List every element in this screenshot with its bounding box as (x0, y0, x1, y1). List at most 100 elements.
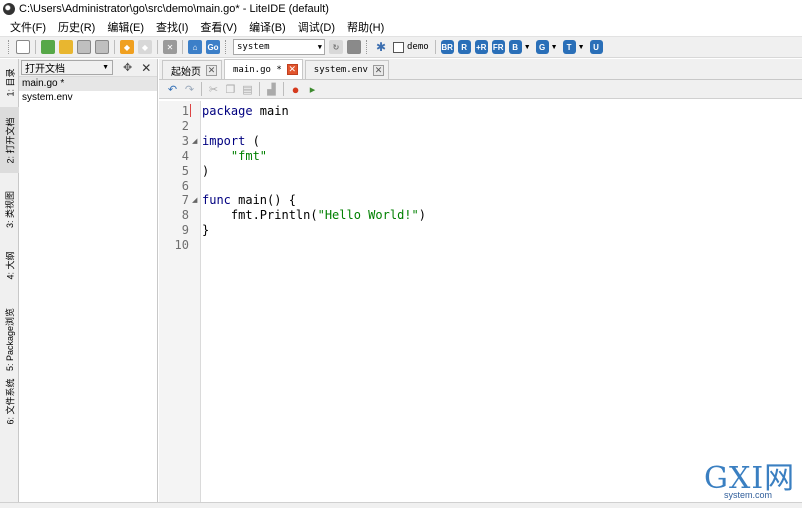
checkbox-box[interactable] (393, 41, 404, 53)
tab-system-env[interactable]: system.env ✕ (304, 60, 389, 79)
open-file-icon[interactable] (41, 40, 55, 54)
side-tab-directory[interactable]: 1: 目录 (0, 63, 19, 101)
line-number: 1 (181, 104, 189, 118)
menu-file[interactable]: 文件(F) (4, 19, 52, 35)
fold-toggle-icon[interactable]: ◢ (192, 134, 200, 149)
toolbar-separator (114, 40, 115, 54)
toolbar-separator (434, 40, 436, 54)
panel-select[interactable]: 打开文档 ▼ (21, 60, 113, 75)
side-tab-file-system[interactable]: 6: 文件系统 (0, 369, 19, 433)
side-tab-label: 5: Package浏览 (5, 307, 15, 371)
new-file-icon[interactable] (16, 40, 30, 54)
close-icon[interactable]: ✕ (141, 61, 151, 75)
get-button[interactable]: G (535, 40, 549, 54)
menu-history[interactable]: 历史(R) (52, 19, 101, 35)
file-run-button[interactable]: FR (491, 40, 505, 54)
save-all-icon[interactable] (95, 40, 109, 54)
main-toolbar: ◆ ◆ ✕ ⌂ Go system ▼ ↻ ✱ demo BR R +R FR … (0, 36, 802, 58)
code-line: "fmt" (230, 149, 268, 163)
get-dropdown-icon[interactable]: ▼ (551, 44, 558, 51)
code-editor[interactable]: package main import ( "fmt" ) func main(… (202, 101, 802, 502)
side-tab-strip: 1: 目录 2: 打开文档 3: 类视图 4: 大纲 5: Package浏览 … (0, 59, 19, 502)
toolbar-grip (225, 40, 228, 54)
toolbar-separator (283, 82, 284, 96)
list-item-main-go[interactable]: main.go * (19, 77, 157, 91)
menu-edit[interactable]: 编辑(E) (101, 19, 150, 35)
update-button[interactable]: U (589, 40, 603, 54)
copy-icon[interactable]: ❐ (224, 83, 237, 96)
chevron-down-icon: ▼ (317, 43, 322, 51)
line-number: 5 (181, 164, 189, 178)
panel-header: 打开文档 ▼ ✥ ✕ (19, 59, 157, 77)
demo-checkbox[interactable]: demo (393, 41, 429, 53)
redo-icon[interactable]: ↷ (183, 83, 196, 96)
side-tab-class-view[interactable]: 3: 类视图 (0, 179, 19, 239)
code-line: func main() { (202, 193, 296, 207)
line-number: 4 (181, 149, 189, 163)
status-bar (0, 502, 802, 508)
refresh-icon[interactable]: ↻ (329, 40, 343, 54)
build-button[interactable]: B (508, 40, 522, 54)
environment-select-value: system (237, 42, 270, 52)
line-number: 7 (181, 193, 189, 207)
toolbar-separator (259, 82, 260, 96)
tab-welcome[interactable]: 起始页 ✕ (162, 60, 222, 79)
tab-main-go[interactable]: main.go * ✕ (224, 59, 303, 79)
code-line: package main (202, 104, 289, 118)
toolbar-separator (157, 40, 158, 54)
line-number: 6 (181, 179, 189, 193)
side-tab-label: 2: 打开文档 (5, 116, 16, 164)
menu-build[interactable]: 编译(B) (243, 19, 292, 35)
test-button[interactable]: T (562, 40, 576, 54)
environment-select[interactable]: system ▼ (233, 39, 325, 55)
run-button[interactable]: R (457, 40, 471, 54)
toolbar-separator (201, 82, 202, 96)
close-icon[interactable]: ✕ (372, 64, 384, 76)
menu-debug[interactable]: 调试(D) (292, 19, 341, 35)
close-icon[interactable]: ✕ (206, 64, 217, 76)
list-item-system-env[interactable]: system.env (19, 91, 157, 105)
home-icon[interactable]: ⌂ (188, 40, 202, 54)
paste-icon[interactable]: ▤ (241, 83, 254, 96)
code-line: fmt.Println("Hello World!") (202, 208, 426, 222)
debug-run-icon[interactable]: ▸ (306, 83, 319, 96)
panel-select-value: 打开文档 (25, 64, 65, 75)
liteide-app-icon (3, 2, 15, 15)
side-tab-label: 4: 大纲 (5, 250, 16, 280)
gear-icon[interactable]: ✱ (374, 40, 388, 54)
line-number: 3 (181, 134, 189, 148)
toolbar-separator (35, 40, 36, 54)
code-line: } (202, 223, 210, 237)
side-tab-open-documents[interactable]: 2: 打开文档 (0, 107, 19, 173)
lock-icon[interactable]: ▟ (265, 83, 278, 96)
side-tab-outline[interactable]: 4: 大纲 (0, 245, 19, 285)
edit-env-icon[interactable] (347, 40, 361, 54)
line-number: 9 (181, 223, 189, 237)
line-number: 2 (181, 119, 189, 133)
run-term-button[interactable]: +R (474, 40, 488, 54)
open-folder-icon[interactable] (59, 40, 73, 54)
test-dropdown-icon[interactable]: ▼ (578, 44, 585, 51)
tab-label: 起始页 (171, 66, 201, 78)
fold-toggle-icon[interactable]: ◢ (192, 193, 200, 208)
title-bar: C:\Users\Administrator\go\src\demo\main.… (0, 0, 802, 17)
close-icon[interactable]: ✕ (286, 64, 298, 75)
breakpoint-icon[interactable]: ● (289, 82, 302, 97)
build-dropdown-icon[interactable]: ▼ (524, 44, 531, 51)
menu-view[interactable]: 查看(V) (194, 19, 243, 35)
menu-help[interactable]: 帮助(H) (341, 19, 390, 35)
menu-find[interactable]: 查找(I) (150, 19, 194, 35)
tools-icon[interactable]: ✕ (163, 40, 177, 54)
go-docs-icon[interactable]: Go (206, 40, 220, 54)
line-number-gutter: 1 2 3 ◢ 4 5 6 7 ◢ 8 9 10 (159, 101, 201, 502)
editor-tab-bar: 起始页 ✕ main.go * ✕ system.env ✕ (159, 59, 802, 80)
float-panel-icon[interactable]: ✥ (123, 61, 132, 74)
build-run-button[interactable]: BR (440, 40, 454, 54)
back-icon[interactable]: ◆ (120, 40, 134, 54)
chevron-down-icon: ▼ (102, 64, 109, 71)
save-icon[interactable] (77, 40, 91, 54)
menu-bar: 文件(F) 历史(R) 编辑(E) 查找(I) 查看(V) 编译(B) 调试(D… (0, 17, 802, 36)
cut-icon[interactable]: ✂ (207, 83, 220, 96)
undo-icon[interactable]: ↶ (166, 83, 179, 96)
forward-icon[interactable]: ◆ (138, 40, 152, 54)
